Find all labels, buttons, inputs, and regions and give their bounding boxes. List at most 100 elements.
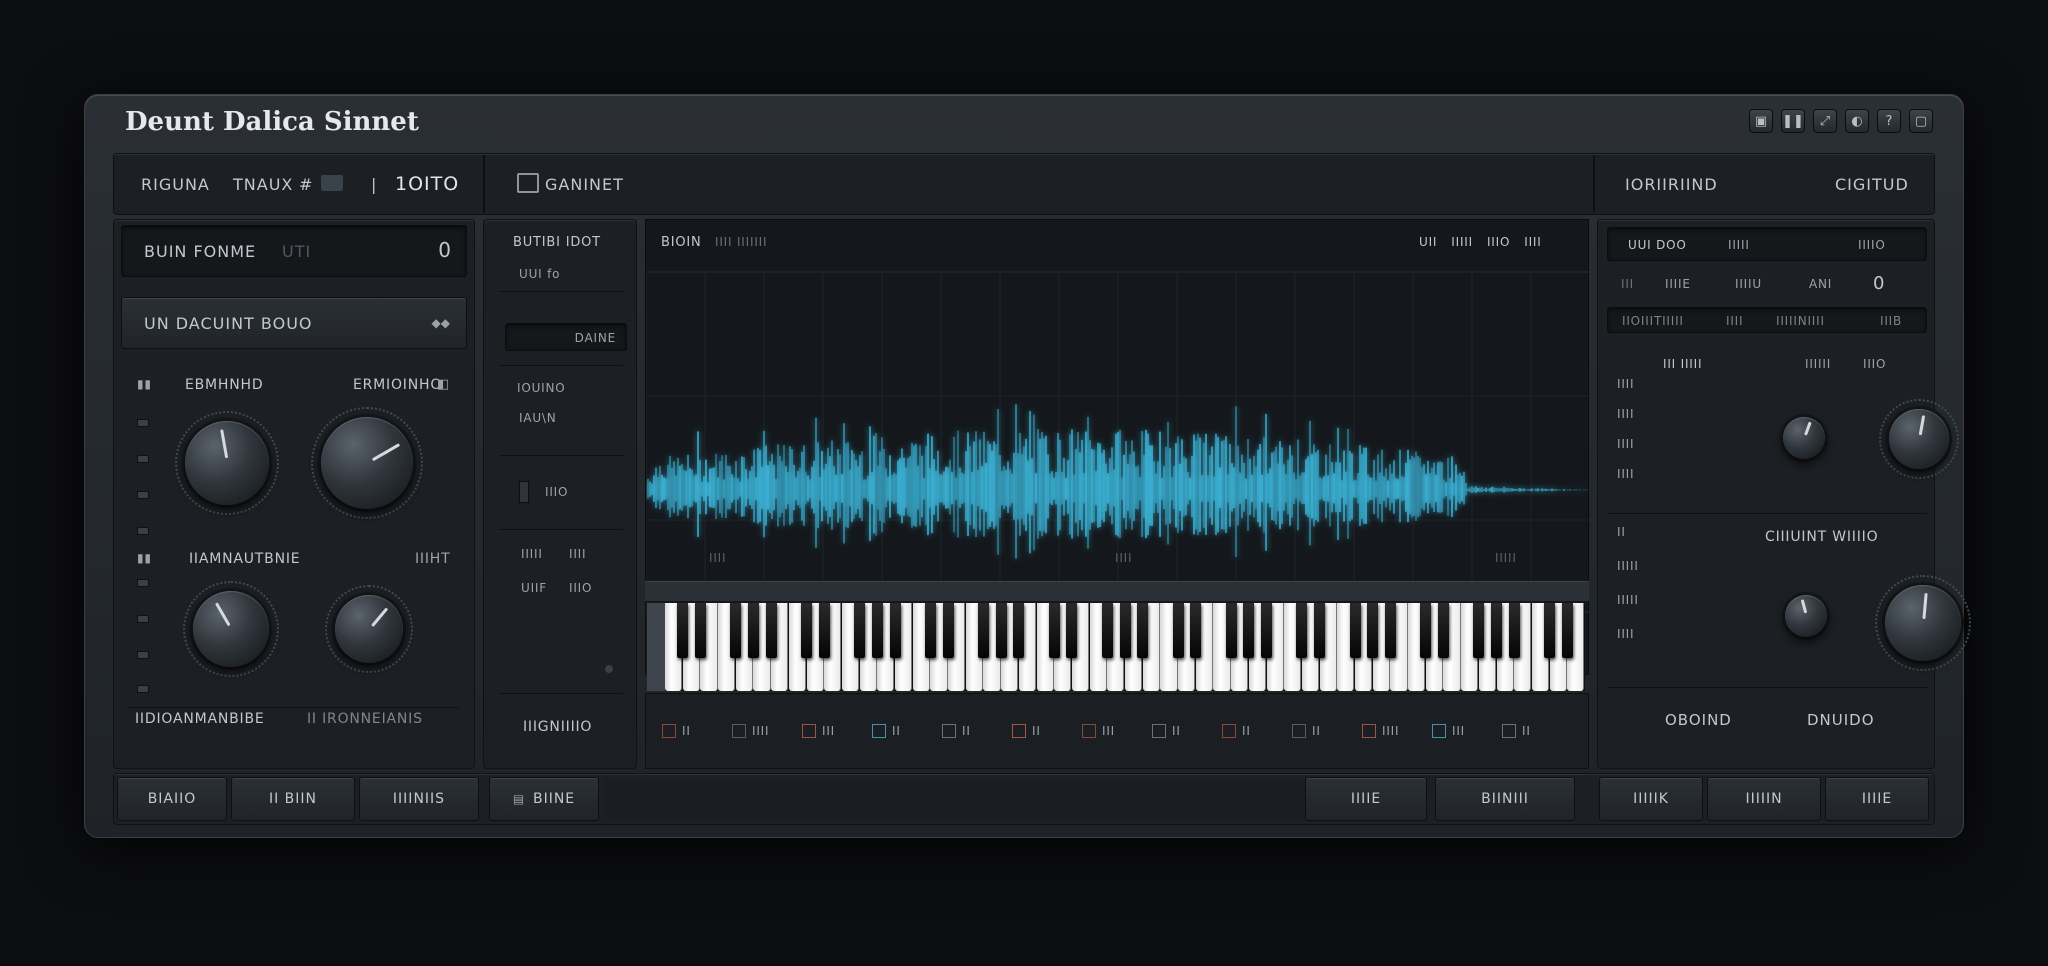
black-key[interactable] (1243, 603, 1255, 658)
black-key[interactable] (1384, 603, 1396, 658)
preset-reset-icon[interactable]: 0 (438, 238, 452, 262)
mid-grid-4[interactable]: IIIO (569, 581, 592, 595)
mid-item-1[interactable]: IOUINO (517, 381, 566, 395)
bottom-mid-button-2[interactable]: BIINIII (1435, 777, 1575, 821)
resonance-knob[interactable] (321, 417, 413, 509)
section1-icon[interactable]: ◧ (437, 377, 450, 392)
release-knob[interactable] (335, 595, 403, 663)
save-icon[interactable]: ▣ (1749, 109, 1773, 133)
black-key[interactable] (730, 603, 742, 658)
black-key[interactable] (694, 603, 706, 658)
waveform-control[interactable]: IIII (1524, 235, 1541, 249)
waveform-control[interactable]: IIIII (1451, 235, 1473, 249)
tool-button[interactable] (1012, 724, 1026, 738)
bottom-left-button-3[interactable]: IIIINIIS (359, 777, 479, 821)
black-key[interactable] (1349, 603, 1361, 658)
preset-field[interactable]: BUIN FONME UTI 0 (121, 225, 467, 277)
right-row2-d[interactable]: ANI (1809, 277, 1832, 291)
tool-button[interactable] (1502, 724, 1516, 738)
right-row1-c[interactable]: IIIIO (1858, 238, 1886, 252)
black-key[interactable] (1491, 603, 1503, 658)
black-key[interactable] (677, 603, 689, 658)
tool-button[interactable] (662, 724, 676, 738)
header-right-value[interactable]: CIGITUD (1835, 175, 1909, 194)
black-key[interactable] (1508, 603, 1520, 658)
mid-grid-1[interactable]: IIIII (521, 547, 543, 561)
black-key[interactable] (747, 603, 759, 658)
bottom-left-button-2[interactable]: II BIIN (231, 777, 355, 821)
close-icon[interactable]: ▢ (1909, 109, 1933, 133)
black-key[interactable] (1119, 603, 1131, 658)
black-key[interactable] (854, 603, 866, 658)
tool-button[interactable] (1152, 724, 1166, 738)
attack-knob[interactable] (193, 591, 269, 667)
piano-keyboard[interactable] (665, 603, 1585, 691)
mid-display[interactable]: DAINE (505, 323, 627, 351)
black-key[interactable] (1367, 603, 1379, 658)
black-key[interactable] (1190, 603, 1202, 658)
tool-button[interactable] (1432, 724, 1446, 738)
mod-knob-small[interactable] (1783, 417, 1825, 459)
black-key[interactable] (1314, 603, 1326, 658)
black-key[interactable] (977, 603, 989, 658)
tool-button[interactable] (1362, 724, 1376, 738)
bottom-right-button-1[interactable]: IIIIIK (1599, 777, 1703, 821)
black-key[interactable] (1261, 603, 1273, 658)
mod-knob-large[interactable] (1889, 409, 1949, 469)
right-footer-right[interactable]: DNUIDO (1807, 711, 1875, 729)
tool-button[interactable] (1082, 724, 1096, 738)
black-key[interactable] (1561, 603, 1573, 658)
tool-button[interactable] (1292, 724, 1306, 738)
black-key[interactable] (1437, 603, 1449, 658)
octave-display[interactable] (321, 175, 343, 191)
bottom-mid-button-1[interactable]: IIIIE (1305, 777, 1427, 821)
black-key[interactable] (1066, 603, 1078, 658)
black-key[interactable] (1048, 603, 1060, 658)
black-key[interactable] (1544, 603, 1556, 658)
black-key[interactable] (765, 603, 777, 658)
bottom-center-button[interactable]: ▤ BIINE (489, 777, 599, 821)
black-key[interactable] (871, 603, 883, 658)
expand-icon[interactable]: ⤢ (1813, 109, 1837, 133)
black-key[interactable] (1172, 603, 1184, 658)
tool-button[interactable] (732, 724, 746, 738)
tempo-value[interactable]: 1OITO (395, 173, 459, 195)
black-key[interactable] (924, 603, 936, 658)
black-key[interactable] (1101, 603, 1113, 658)
black-key[interactable] (1420, 603, 1432, 658)
bottom-right-button-3[interactable]: IIIIE (1825, 777, 1929, 821)
mode-label[interactable]: TNAUX (233, 175, 293, 194)
source-selector[interactable]: UN DACUINT BOUO ◆◆ (121, 297, 467, 349)
right-row2-b[interactable]: IIIIE (1665, 277, 1691, 291)
tool-button[interactable] (942, 724, 956, 738)
bottom-right-button-2[interactable]: IIIIIN (1707, 777, 1821, 821)
black-key[interactable] (995, 603, 1007, 658)
frame-icon[interactable] (517, 173, 539, 193)
black-key[interactable] (889, 603, 901, 658)
pause-icon[interactable]: ❚❚ (1781, 109, 1805, 133)
black-key[interactable] (1225, 603, 1237, 658)
env-knob-small[interactable] (1785, 595, 1827, 637)
black-key[interactable] (1137, 603, 1149, 658)
right-footer-left[interactable]: OBOIND (1665, 711, 1732, 729)
black-key[interactable] (1296, 603, 1308, 658)
tool-button[interactable] (1222, 724, 1236, 738)
right-row4-c[interactable]: IIIO (1863, 357, 1886, 371)
waveform-control[interactable]: UII (1419, 235, 1437, 249)
right-row2-value[interactable]: 0 (1873, 273, 1885, 294)
black-key[interactable] (801, 603, 813, 658)
help-icon[interactable]: ? (1877, 109, 1901, 133)
env-knob-large[interactable] (1885, 585, 1961, 661)
theme-icon[interactable]: ◐ (1845, 109, 1869, 133)
cutoff-knob[interactable] (185, 421, 269, 505)
mid-grid-3[interactable]: UIIF (521, 581, 547, 595)
waveform-control[interactable]: IIIO (1487, 235, 1510, 249)
right-row2-c[interactable]: IIIIU (1735, 277, 1762, 291)
mid-grid-2[interactable]: IIII (569, 547, 586, 561)
black-key[interactable] (818, 603, 830, 658)
bottom-left-button-1[interactable]: BIAIIO (117, 777, 227, 821)
tool-button[interactable] (802, 724, 816, 738)
black-key[interactable] (942, 603, 954, 658)
toggle-switch[interactable] (519, 481, 529, 503)
black-key[interactable] (1473, 603, 1485, 658)
